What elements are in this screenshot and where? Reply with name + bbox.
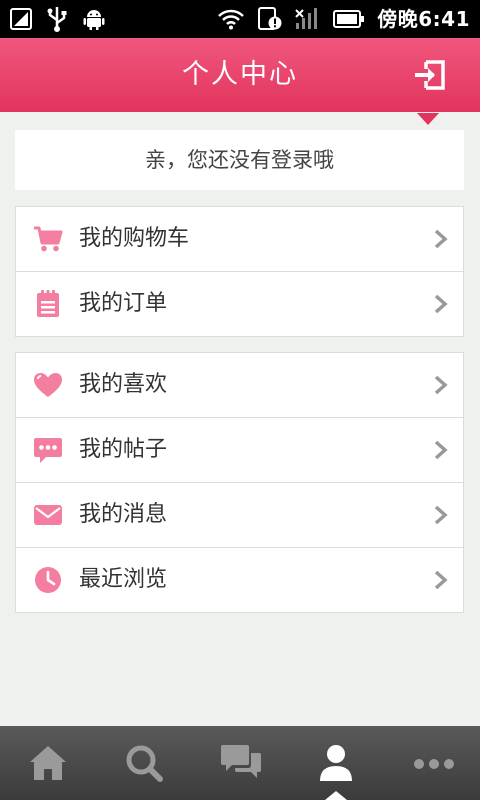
- home-icon: [30, 746, 66, 780]
- login-prompt-text: 亲，您还没有登录哦: [145, 148, 334, 172]
- chevron-right-icon: [434, 229, 448, 249]
- status-bar-left: [10, 6, 106, 32]
- active-tab-indicator: [325, 791, 347, 800]
- tab-search[interactable]: [96, 726, 192, 800]
- tab-profile[interactable]: [288, 726, 384, 800]
- envelope-icon: [34, 505, 62, 525]
- tab-home[interactable]: [0, 726, 96, 800]
- menu-item-recent[interactable]: 最近浏览: [16, 548, 463, 612]
- login-icon: [415, 60, 445, 90]
- menu-item-label: 我的帖子: [79, 437, 168, 462]
- menu-item-label: 我的消息: [79, 502, 168, 527]
- header-pointer: [417, 113, 439, 125]
- menu-group-orders: 我的购物车 我的订单: [15, 206, 464, 337]
- battery-icon: [333, 9, 365, 29]
- heart-icon: [34, 373, 62, 397]
- menu-group-activity: 我的喜欢 我的帖子 我的消息 最近浏览: [15, 352, 464, 613]
- chevron-right-icon: [434, 505, 448, 525]
- chat-bubble-icon: [34, 438, 62, 463]
- login-prompt-card[interactable]: 亲，您还没有登录哦: [15, 130, 464, 190]
- menu-item-cart[interactable]: 我的购物车: [16, 207, 463, 272]
- menu-item-label: 我的喜欢: [79, 372, 168, 397]
- header: 个人中心: [0, 38, 480, 112]
- wifi-icon: [217, 8, 245, 30]
- chevron-right-icon: [434, 294, 448, 314]
- chevron-right-icon: [434, 375, 448, 395]
- more-icon: [414, 759, 454, 769]
- sim-icon: [10, 8, 32, 30]
- signal-icon: [295, 7, 321, 31]
- menu-item-label: 最近浏览: [79, 567, 168, 592]
- community-chat-icon: [221, 745, 261, 778]
- notification-icon: [257, 7, 283, 31]
- chevron-right-icon: [434, 440, 448, 460]
- status-time: 傍晚6:41: [377, 7, 470, 31]
- search-icon: [126, 745, 163, 782]
- menu-item-messages[interactable]: 我的消息: [16, 483, 463, 548]
- menu-item-posts[interactable]: 我的帖子: [16, 418, 463, 483]
- page-title: 个人中心: [182, 59, 298, 90]
- login-button[interactable]: [414, 59, 446, 91]
- menu-item-orders[interactable]: 我的订单: [16, 272, 463, 336]
- status-bar: 傍晚6:41: [0, 0, 480, 38]
- chevron-right-icon: [434, 570, 448, 590]
- menu-item-label: 我的购物车: [79, 226, 190, 251]
- cart-icon: [34, 226, 63, 252]
- clock-icon: [35, 567, 61, 593]
- android-debug-icon: [82, 7, 106, 31]
- menu-item-likes[interactable]: 我的喜欢: [16, 353, 463, 418]
- bottom-tab-bar: [0, 726, 480, 800]
- menu-item-label: 我的订单: [79, 291, 168, 316]
- usb-icon: [46, 6, 68, 32]
- tab-more[interactable]: [384, 726, 480, 800]
- user-icon: [320, 745, 352, 781]
- order-icon: [37, 290, 59, 317]
- status-bar-right: 傍晚6:41: [217, 6, 470, 32]
- tab-community[interactable]: [192, 726, 288, 800]
